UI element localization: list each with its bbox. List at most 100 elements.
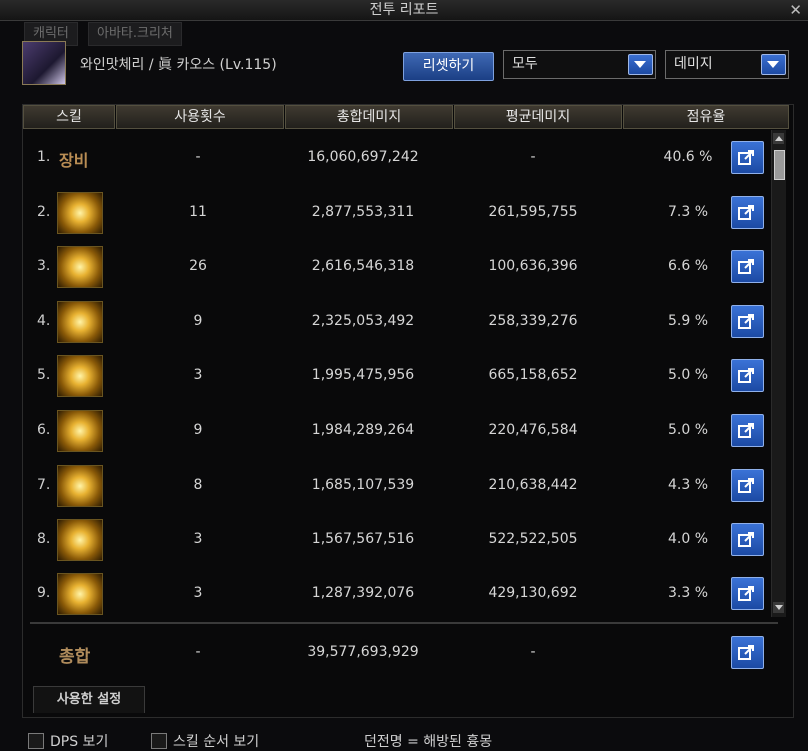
metric-dropdown[interactable]: 데미지: [665, 50, 789, 79]
table-row: 2. 11 2,877,553,311 261,595,755 7.3 %: [23, 186, 773, 240]
skill-icon: [57, 192, 103, 234]
total-damage: 1,287,392,076: [311, 585, 415, 601]
total-damage: 39,577,693,929: [307, 644, 419, 660]
uses-count: 26: [189, 258, 207, 274]
table-row: 1. 장비 - 16,060,697,242 - 40.6 %: [23, 131, 773, 185]
close-icon[interactable]: ✕: [789, 1, 802, 19]
dps-label: DPS 보기: [50, 734, 109, 750]
header-skill[interactable]: 스킬: [23, 105, 115, 129]
uses-count: 3: [193, 531, 203, 547]
share-button[interactable]: [731, 141, 764, 174]
skill-order-label: 스킬 순서 보기: [173, 734, 260, 750]
total-avg: -: [530, 644, 536, 660]
share-icon: [738, 478, 754, 493]
table-header: 스킬 사용횟수 총합데미지 평균데미지 점유율: [23, 105, 789, 129]
share-icon: [738, 586, 754, 601]
total-damage: 16,060,697,242: [307, 149, 419, 165]
dps-checkbox[interactable]: [28, 733, 44, 749]
table-row: 4. 9 2,325,053,492 258,339,276 5.9 %: [23, 295, 773, 349]
rank-number: 5.: [37, 367, 51, 383]
uses-count: 9: [193, 422, 203, 438]
total-label: 총합: [59, 647, 91, 667]
avg-damage: 258,339,276: [488, 313, 578, 329]
avg-damage: 429,130,692: [488, 585, 578, 601]
avg-damage: 665,158,652: [488, 367, 578, 383]
window-titlebar: 전투 리포트 ✕: [0, 0, 808, 21]
total-damage: 1,984,289,264: [311, 422, 415, 438]
share-icon: [738, 423, 754, 438]
header-avg-damage[interactable]: 평균데미지: [454, 105, 622, 129]
header-share[interactable]: 점유율: [623, 105, 789, 129]
share-button[interactable]: [731, 577, 764, 610]
divider: [30, 622, 778, 624]
rank-number: 8.: [37, 531, 51, 547]
avg-damage: 261,595,755: [488, 204, 578, 220]
share-button[interactable]: [731, 359, 764, 392]
share-button[interactable]: [731, 250, 764, 283]
total-damage: 2,325,053,492: [311, 313, 415, 329]
rank-number: 4.: [37, 313, 51, 329]
rank-number: 9.: [37, 585, 51, 601]
filter-dropdown[interactable]: 모두: [503, 50, 656, 79]
tab-avatar-creature[interactable]: 아바타.크리처: [88, 22, 182, 46]
share-icon: [738, 368, 754, 383]
scroll-up-icon[interactable]: [773, 133, 784, 144]
share-button[interactable]: [731, 636, 764, 669]
total-damage: 2,877,553,311: [311, 204, 415, 220]
share-icon: [738, 150, 754, 165]
total-uses: -: [195, 644, 201, 660]
table-row: 8. 3 1,567,567,516 522,522,505 4.0 %: [23, 513, 773, 567]
metric-value: 데미지: [674, 56, 713, 72]
avg-damage: 522,522,505: [488, 531, 578, 547]
skill-icon: [57, 573, 103, 615]
share-icon: [738, 205, 754, 220]
dungeon-name: 던전명 = 해방된 흉몽: [364, 734, 493, 750]
skill-icon: [57, 246, 103, 288]
scrollbar-track[interactable]: [771, 130, 786, 617]
share-icon: [738, 314, 754, 329]
share-button[interactable]: [731, 414, 764, 447]
total-row: 총합 - 39,577,693,929 -: [23, 626, 773, 680]
rank-number: 1.: [37, 149, 51, 165]
table-row: 6. 9 1,984,289,264 220,476,584 5.0 %: [23, 404, 773, 458]
avg-damage: -: [530, 149, 536, 165]
share-button[interactable]: [731, 305, 764, 338]
share-button[interactable]: [731, 196, 764, 229]
table-row: 3. 26 2,616,546,318 100,636,396 6.6 %: [23, 240, 773, 294]
rank-number: 6.: [37, 422, 51, 438]
uses-count: 8: [193, 477, 203, 493]
avg-damage: 100,636,396: [488, 258, 578, 274]
skill-icon: [57, 355, 103, 397]
rank-number: 3.: [37, 258, 51, 274]
share-icon: [738, 532, 754, 547]
skill-order-checkbox[interactable]: [151, 733, 167, 749]
header-total-damage[interactable]: 총합데미지: [285, 105, 453, 129]
rank-number: 2.: [37, 204, 51, 220]
uses-count: 3: [193, 367, 203, 383]
rank-number: 7.: [37, 477, 51, 493]
scrollbar-thumb[interactable]: [774, 150, 785, 180]
skill-name: 장비: [59, 151, 89, 170]
uses-count: 9: [193, 313, 203, 329]
scroll-down-icon[interactable]: [773, 602, 784, 613]
window-title: 전투 리포트: [369, 2, 439, 18]
table-row: 5. 3 1,995,475,956 665,158,652 5.0 %: [23, 349, 773, 403]
chevron-down-icon[interactable]: [761, 54, 786, 75]
total-damage: 2,616,546,318: [311, 258, 415, 274]
character-name: 와인맛체리 / 眞 카오스 (Lv.115): [80, 57, 277, 73]
filter-value: 모두: [512, 56, 538, 72]
character-portrait: [22, 41, 66, 85]
share-button[interactable]: [731, 523, 764, 556]
share-button[interactable]: [731, 469, 764, 502]
avg-damage: 220,476,584: [488, 422, 578, 438]
table-row: 9. 3 1,287,392,076 429,130,692 3.3 %: [23, 567, 773, 621]
skill-icon: [57, 410, 103, 452]
total-damage: 1,995,475,956: [311, 367, 415, 383]
reset-button[interactable]: 리셋하기: [403, 52, 494, 81]
uses-count: 11: [189, 204, 207, 220]
skill-icon: [57, 519, 103, 561]
tab-used-settings[interactable]: 사용한 설정: [33, 686, 145, 713]
total-damage: 1,685,107,539: [311, 477, 415, 493]
header-uses[interactable]: 사용횟수: [116, 105, 284, 129]
chevron-down-icon[interactable]: [628, 54, 653, 75]
